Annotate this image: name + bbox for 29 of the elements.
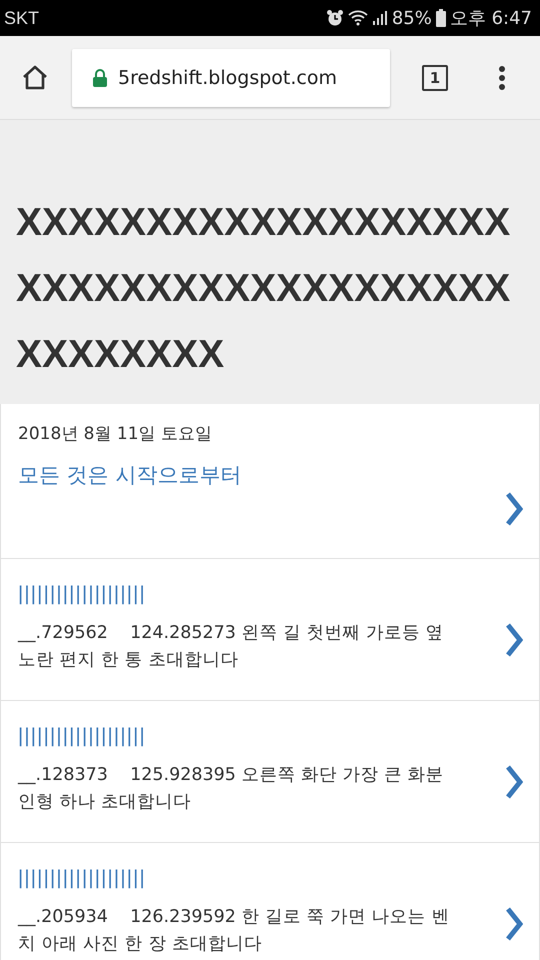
- post-card[interactable]: 2018년 8월 11일 토요일 모든 것은 시작으로부터: [0, 404, 540, 559]
- post-snippet: __.128373 125.928395 오른쪽 화단 가장 큰 화분 인형 하나 초대합니다: [18, 764, 445, 814]
- alarm-icon: [326, 9, 344, 27]
- battery-percent: 85%: [392, 8, 432, 28]
- lock-icon: [92, 68, 108, 88]
- chevron-icon[interactable]: [505, 623, 523, 657]
- post-date: 2018년 8월 11일 토요일: [18, 423, 213, 445]
- chevron-icon[interactable]: [505, 765, 523, 799]
- address-bar[interactable]: 5redshift.blogspot.com: [72, 48, 390, 106]
- clock: 오후 6:47: [450, 7, 532, 30]
- post-card[interactable]: |||||||||||||||||||| __.205934 126.239592 한 길로 쭉 가면 나오는 벤치 아래 사진 한 장 초대합니다: [0, 843, 540, 960]
- post-card[interactable]: |||||||||||||||||||| __.729562 124.285273 왼쪽 길 첫번째 가로등 옆 노란 편지 한 통 초대합니다: [0, 559, 540, 701]
- post-title[interactable]: ||||||||||||||||||||: [18, 583, 497, 606]
- wifi-icon: [348, 10, 368, 26]
- blog-title: XXXXXXXXXXXXXXXXXXXXXXXXXXXXXXXXXXXXXXXXXXXXXX: [16, 200, 512, 378]
- tab-count-button[interactable]: 1: [422, 64, 448, 90]
- signal-icon: [372, 10, 388, 26]
- url-text: 5redshift.blogspot.com: [118, 66, 337, 88]
- post-title[interactable]: ||||||||||||||||||||: [18, 725, 497, 748]
- post-card[interactable]: |||||||||||||||||||| __.128373 125.928395 오른쪽 화단 가장 큰 화분 인형 하나 초대합니다: [0, 701, 540, 843]
- chevron-icon[interactable]: [505, 907, 523, 941]
- battery-icon: [436, 9, 446, 27]
- menu-icon[interactable]: [498, 64, 506, 90]
- post-snippet: __.205934 126.239592 한 길로 쭉 가면 나오는 벤치 아래 사진 한 장 초대합니다: [18, 906, 450, 956]
- post-title[interactable]: ||||||||||||||||||||: [18, 867, 497, 890]
- post-title[interactable]: 모든 것은 시작으로부터: [18, 461, 497, 489]
- carrier-name: SKT: [4, 8, 40, 28]
- post-snippet: __.729562 124.285273 왼쪽 길 첫번째 가로등 옆 노란 편지 한 통 초대합니다: [18, 622, 445, 672]
- chevron-icon[interactable]: [505, 492, 523, 526]
